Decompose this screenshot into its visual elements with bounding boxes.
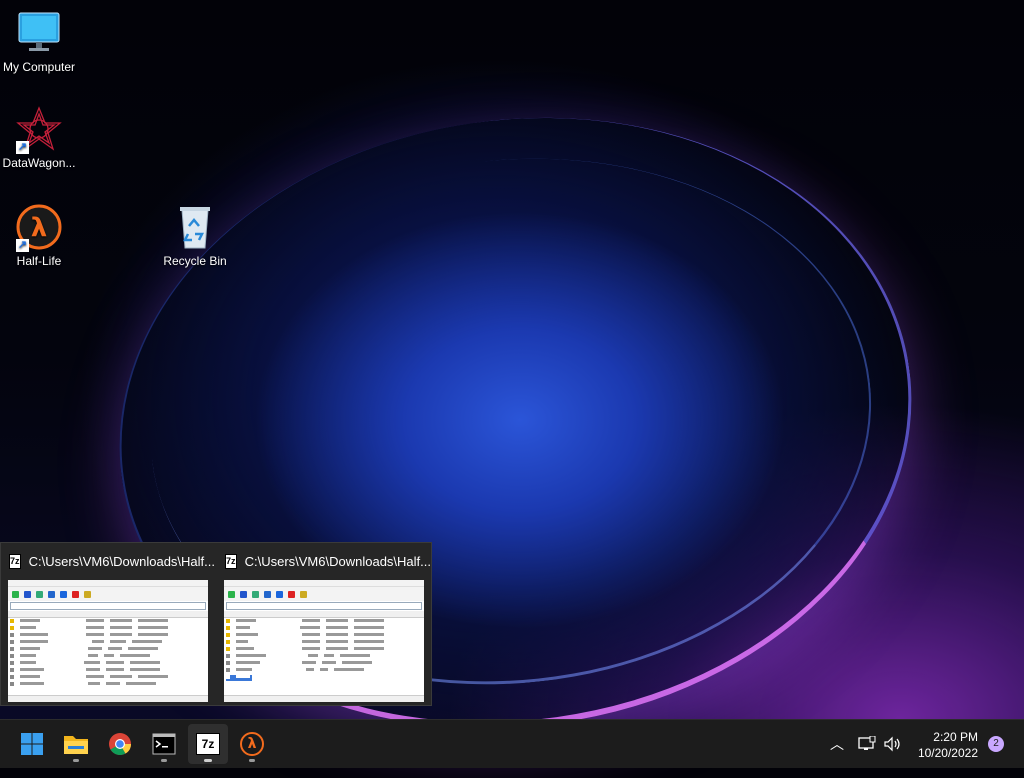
taskbar-7zip-button[interactable]: 7z xyxy=(188,724,228,764)
clock-date: 10/20/2022 xyxy=(917,746,978,760)
desktop-icon-recycle-bin[interactable]: Recycle Bin xyxy=(156,204,234,268)
taskbar: 7z λ ︿ 2:20 PM 10/20/2022 2 xyxy=(0,719,1024,768)
7z-icon: 7z xyxy=(225,553,237,569)
desktop-icon-half-life[interactable]: λ ↗ Half-Life xyxy=(0,204,78,268)
window-thumbnail-2[interactable]: 7z C:\Users\VM6\Downloads\Half... xyxy=(217,543,431,707)
half-life-icon: λ ↗ xyxy=(16,204,62,252)
shortcut-arrow-icon: ↗ xyxy=(16,141,29,154)
desktop-icon-my-computer[interactable]: My Computer xyxy=(0,10,78,74)
window-thumbnail-title: C:\Users\VM6\Downloads\Half... xyxy=(244,553,431,569)
system-tray: ︿ xyxy=(830,720,902,768)
window-thumbnail-title: C:\Users\VM6\Downloads\Half... xyxy=(28,553,215,569)
taskbar-terminal-button[interactable] xyxy=(144,724,184,764)
running-indicator xyxy=(249,759,255,762)
half-life-icon: λ xyxy=(240,732,264,756)
folder-icon xyxy=(64,736,88,754)
taskbar-half-life-button[interactable]: λ xyxy=(232,724,272,764)
monitor-icon xyxy=(16,10,62,56)
taskbar-chrome-button[interactable] xyxy=(100,724,140,764)
window-preview xyxy=(224,580,424,702)
chrome-icon xyxy=(109,733,131,755)
clock[interactable]: 2:20 PM 10/20/2022 xyxy=(918,729,978,761)
window-preview xyxy=(8,580,208,702)
running-indicator xyxy=(204,759,212,762)
7z-icon: 7z xyxy=(196,733,220,755)
running-indicator xyxy=(73,759,79,762)
terminal-icon xyxy=(152,733,176,755)
running-indicator xyxy=(161,759,167,762)
datawagon-icon: ↗ xyxy=(16,106,62,154)
taskbar-thumbnail-flyout: 7z C:\Users\VM6\Downloads\Half... 7z C:\… xyxy=(0,542,432,706)
show-hidden-icons-chevron-icon[interactable]: ︿ xyxy=(830,734,844,754)
start-button[interactable] xyxy=(12,724,52,764)
desktop-icon-label: Half-Life xyxy=(16,254,62,268)
desktop-icon-label: Recycle Bin xyxy=(163,254,227,268)
desktop-icon-datawagon[interactable]: ↗ DataWagon... xyxy=(0,106,78,170)
taskbar-file-explorer-button[interactable] xyxy=(56,724,96,764)
shortcut-arrow-icon: ↗ xyxy=(16,239,29,252)
window-thumbnail-1[interactable]: 7z C:\Users\VM6\Downloads\Half... xyxy=(1,543,215,707)
desktop-icon-label: DataWagon... xyxy=(2,156,76,170)
clock-time: 2:20 PM xyxy=(933,730,978,744)
recycle-bin-icon xyxy=(172,204,218,250)
volume-icon[interactable] xyxy=(884,736,902,752)
network-icon[interactable] xyxy=(858,736,876,752)
desktop-icon-label: My Computer xyxy=(2,60,76,74)
svg-text:λ: λ xyxy=(31,213,47,243)
windows-start-icon xyxy=(21,733,43,755)
7z-icon: 7z xyxy=(9,553,21,569)
notification-badge[interactable]: 2 xyxy=(988,736,1004,752)
